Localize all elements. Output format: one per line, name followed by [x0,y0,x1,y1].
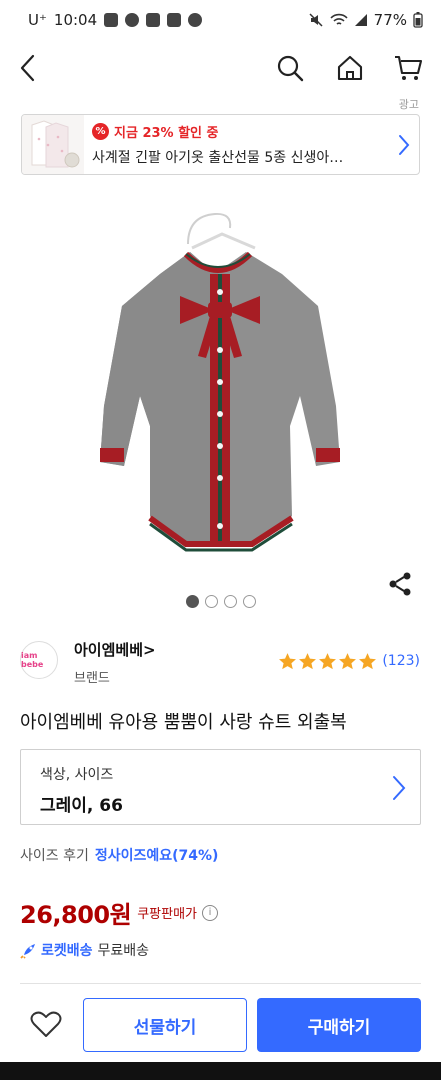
buy-button[interactable]: 구매하기 [257,998,421,1052]
wifi-icon [330,13,348,25]
option-label: 색상, 사이즈 [40,767,114,783]
star-icon [359,653,377,670]
star-icon [299,653,317,670]
size-review-value: 정사이즈예요(74%) [94,848,219,864]
price-label: 쿠팡판매가 [137,907,198,922]
cart-button[interactable] [390,50,426,86]
pagination-dot[interactable] [185,595,199,608]
brand-logo[interactable]: iam bebe [20,641,58,679]
review-count: (123) [382,653,420,669]
ad-banner[interactable]: % 지금 23% 할인 중 사계절 긴팔 아기옷 출산선물 5종 신생아… [21,114,420,175]
image-pagination [0,595,441,608]
option-selector[interactable]: 색상, 사이즈 그레이, 66 [20,749,421,825]
notification-icon [104,13,119,27]
star-rating [278,652,377,670]
carrier-text: U⁺ [28,11,47,29]
ad-title: 사계절 긴팔 아기옷 출산선물 5종 신생아… [92,150,344,166]
system-nav-bar [0,1062,441,1080]
size-review-label: 사이즈 후기 [20,848,89,864]
home-button[interactable] [332,50,368,86]
free-shipping-label: 무료배송 [97,943,150,959]
brand-row: iam bebe 아이엠베베> 브랜드 (123) [20,638,420,688]
share-button[interactable] [386,570,414,598]
top-nav [0,40,441,96]
share-icon [389,572,411,596]
ad-chevron-right-icon [389,115,419,174]
brand-sub-label: 브랜드 [74,671,110,686]
rocket-icon [20,944,35,959]
bottom-action-bar: 선물하기 구매하기 [0,990,441,1060]
search-icon [277,55,304,82]
size-review: 사이즈 후기 정사이즈예요(74%) [20,845,218,865]
signal-icon [354,14,367,26]
notification-icon [146,13,161,27]
product-title: 아이엠베베 유아용 뿜뿜이 사랑 슈트 외출복 [20,712,347,733]
option-value: 그레이, 66 [40,796,123,816]
star-icon [279,653,297,670]
home-icon [337,55,363,81]
heart-icon [30,1011,62,1037]
battery-icon [413,12,423,28]
search-button[interactable] [272,50,308,86]
wishlist-button[interactable] [26,1006,66,1042]
gift-button[interactable]: 선물하기 [83,998,247,1052]
brand-logo-text: iam bebe [21,651,44,669]
ad-discount: % 지금 23% 할인 중 [92,122,389,141]
pagination-dot[interactable] [204,595,218,608]
battery-text: 77% [373,11,407,29]
ad-discount-text: 지금 23% 할인 중 [114,126,219,141]
notification-icon [125,13,140,27]
ad-thumbnail [22,115,84,174]
product-image[interactable] [0,186,441,586]
notification-icon [188,13,203,27]
star-icon [319,653,337,670]
cart-icon [395,55,423,80]
star-icon [339,653,357,670]
price: 26,800원 [20,901,132,929]
brand-name: 아이엠베베 [74,641,144,659]
info-icon[interactable]: i [202,904,219,921]
ad-label: 광고 [398,98,419,111]
rocket-delivery-label: 로켓배송 [41,943,93,959]
time-text: 10:04 [53,11,98,29]
shipping-row: 로켓배송 무료배송 [20,940,149,960]
chevron-right-icon [393,776,406,800]
onesie-image [100,212,340,552]
back-button[interactable] [10,50,46,86]
rating[interactable]: (123) [278,652,420,670]
mute-icon [309,13,323,27]
brand-link[interactable]: 아이엠베베> [74,639,156,660]
back-arrow-icon [20,54,35,82]
divider [20,983,421,984]
price-row: 26,800원 쿠팡판매가 i [20,895,219,930]
pagination-dot[interactable] [242,595,256,608]
notification-icon [167,13,182,27]
discount-icon: % [92,123,109,140]
status-bar: U⁺ 10:04 77% [0,0,441,40]
pagination-dot[interactable] [223,595,237,608]
chevron-right-icon: > [143,641,156,659]
ad-product-image [22,115,84,174]
